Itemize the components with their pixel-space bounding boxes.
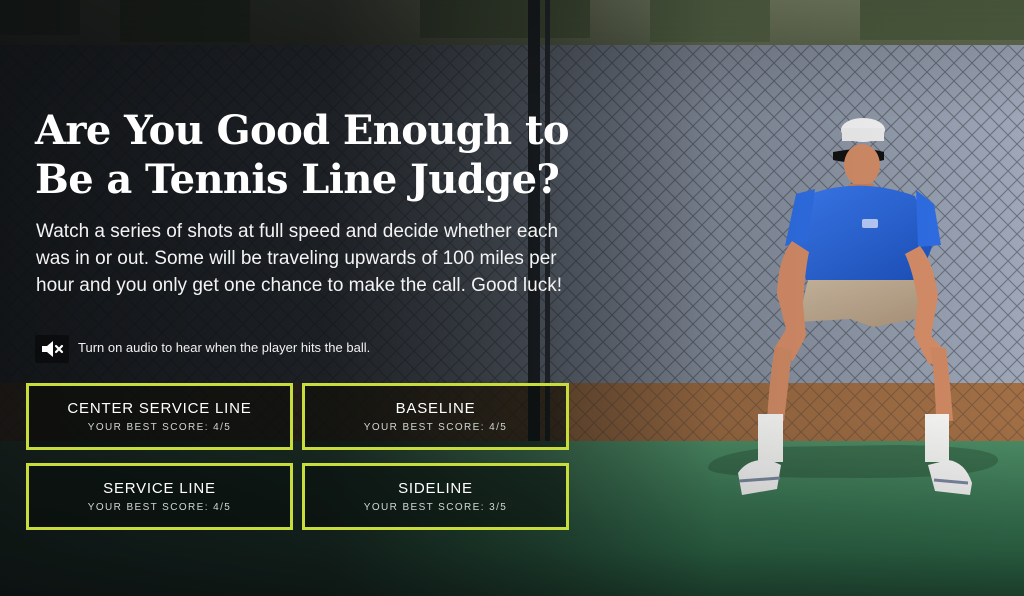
best-score-label: YOUR BEST SCORE: [363,422,485,433]
speaker-muted-icon [42,341,64,357]
page-title: Are You Good Enough to Be a Tennis Line … [35,107,570,203]
best-score-label: YOUR BEST SCORE: [87,422,209,433]
baseline-button[interactable]: BASELINE YOUR BEST SCORE: 4/5 [302,383,569,450]
sideline-button[interactable]: SIDELINE YOUR BEST SCORE: 3/5 [302,463,569,530]
challenge-title: BASELINE [395,400,476,417]
intro-description: Watch a series of shots at full speed an… [36,221,562,296]
best-score-value: 4/5 [213,502,232,513]
best-score: YOUR BEST SCORE: 3/5 [305,502,566,514]
best-score-value: 3/5 [489,502,508,513]
audio-hint-text: Turn on audio to hear when the player hi… [78,340,371,355]
best-score-value: 4/5 [213,422,232,433]
intro-panel: Are You Good Enough to Be a Tennis Line … [0,0,600,596]
challenge-title: SIDELINE [398,480,473,497]
best-score: YOUR BEST SCORE: 4/5 [305,422,566,434]
best-score-label: YOUR BEST SCORE: [363,502,485,513]
audio-hint: Turn on audio to hear when the player hi… [35,335,455,363]
service-line-button[interactable]: SERVICE LINE YOUR BEST SCORE: 4/5 [26,463,293,530]
audio-toggle-button[interactable] [35,335,69,363]
center-service-line-button[interactable]: CENTER SERVICE LINE YOUR BEST SCORE: 4/5 [26,383,293,450]
line-judge-game-screen: Are You Good Enough to Be a Tennis Line … [0,0,1024,596]
best-score-value: 4/5 [489,422,508,433]
challenge-title: SERVICE LINE [103,480,216,497]
challenge-title: CENTER SERVICE LINE [67,400,252,417]
best-score-label: YOUR BEST SCORE: [87,502,209,513]
best-score: YOUR BEST SCORE: 4/5 [29,422,290,434]
best-score: YOUR BEST SCORE: 4/5 [29,502,290,514]
